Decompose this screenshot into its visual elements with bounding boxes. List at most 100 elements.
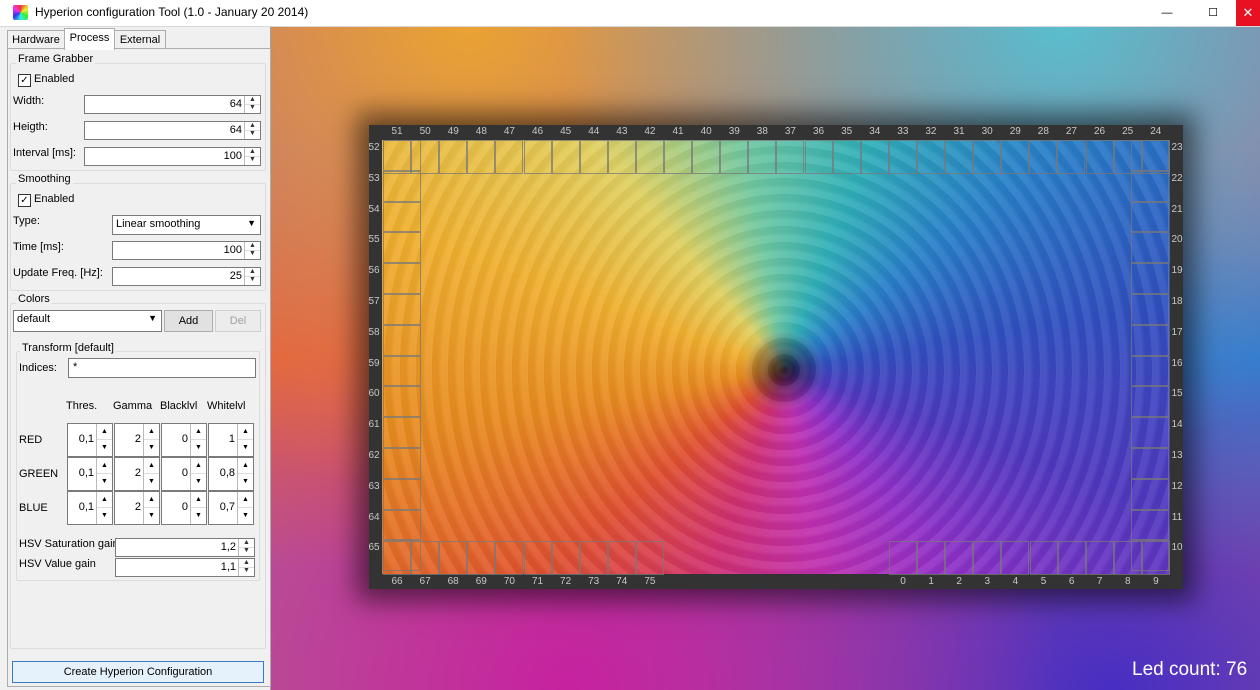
height-spinbox[interactable]: 64 ▲ ▼ <box>84 121 261 140</box>
led-number-0: 0 <box>900 576 906 587</box>
chevron-down-icon[interactable]: ▼ <box>97 508 112 523</box>
chevron-up-icon[interactable]: ▲ <box>191 424 206 440</box>
blue-thres-spinbox[interactable]: 0,1 ▲ ▼ <box>67 491 113 525</box>
led-cell-69 <box>467 541 496 575</box>
led-cell-28 <box>1029 140 1058 174</box>
chevron-down-icon[interactable]: ▼ <box>191 474 206 489</box>
frame-grabber-enabled-checkbox[interactable]: ✓ <box>18 74 31 87</box>
transform-title: Transform [default] <box>20 342 116 354</box>
smoothing-enabled-checkbox[interactable]: ✓ <box>18 194 31 207</box>
smoothing-type-select[interactable]: Linear smoothing ▼ <box>112 215 261 235</box>
led-cell-11 <box>1131 509 1169 541</box>
header-whitelvl: Whitelvl <box>207 400 246 412</box>
tab-process[interactable]: Process <box>64 28 115 50</box>
chevron-up-icon[interactable]: ▲ <box>238 492 253 508</box>
window-title: Hyperion configuration Tool (1.0 - Janua… <box>35 5 309 19</box>
led-cell-2 <box>945 541 974 575</box>
chevron-up-icon[interactable]: ▲ <box>191 492 206 508</box>
minimize-button[interactable]: — <box>1144 0 1190 26</box>
row-blue-label: BLUE <box>19 502 48 514</box>
led-number-17: 17 <box>1171 326 1183 338</box>
smoothing-time-value: 100 <box>223 244 242 256</box>
blue-whitelvl-spinbox[interactable]: 0,7 ▲ ▼ <box>208 491 254 525</box>
chevron-down-icon[interactable]: ▼ <box>144 474 159 489</box>
chevron-up-icon[interactable]: ▲ <box>144 492 159 508</box>
led-number-44: 44 <box>588 126 600 137</box>
led-number-46: 46 <box>531 126 544 137</box>
tab-external[interactable]: External <box>114 30 166 49</box>
green-blacklvl-spinbox[interactable]: 0 ▲ ▼ <box>161 457 207 491</box>
red-whitelvl-spinbox[interactable]: 1 ▲ ▼ <box>208 423 254 457</box>
update-freq-value: 25 <box>229 270 242 282</box>
chevron-down-icon[interactable]: ▼ <box>238 474 253 489</box>
chevron-down-icon[interactable]: ▼ <box>245 104 260 112</box>
chevron-down-icon[interactable]: ▼ <box>239 547 254 555</box>
led-number-3: 3 <box>984 576 991 587</box>
led-cell-66 <box>383 541 412 575</box>
red-blacklvl-spinbox[interactable]: 0 ▲ ▼ <box>161 423 207 457</box>
chevron-down-icon[interactable]: ▼ <box>238 440 253 455</box>
chevron-down-icon[interactable]: ▼ <box>191 508 206 523</box>
chevron-up-icon[interactable]: ▲ <box>238 458 253 474</box>
blue-blacklvl-spinbox[interactable]: 0 ▲ ▼ <box>161 491 207 525</box>
chevron-down-icon[interactable]: ▼ <box>245 250 260 258</box>
led-cell-8 <box>1113 541 1142 575</box>
header-thres: Thres. <box>66 400 98 412</box>
smoothing-time-spinbox[interactable]: 100 ▲ ▼ <box>112 241 261 260</box>
green-gamma-spinbox[interactable]: 2 ▲ ▼ <box>114 457 160 491</box>
maximize-button[interactable]: ☐ <box>1190 0 1236 26</box>
red-thres-spinbox[interactable]: 0,1 ▲ ▼ <box>67 423 113 457</box>
chevron-up-icon[interactable]: ▲ <box>97 424 112 440</box>
chevron-up-icon[interactable]: ▲ <box>144 458 159 474</box>
chevron-up-icon[interactable]: ▲ <box>191 458 206 474</box>
chevron-up-icon[interactable]: ▲ <box>144 424 159 440</box>
chevron-down-icon[interactable]: ▼ <box>245 156 260 164</box>
tab-hardware[interactable]: Hardware <box>7 30 65 49</box>
led-number-42: 42 <box>644 126 656 137</box>
red-gamma-spinbox[interactable]: 2 ▲ ▼ <box>114 423 160 457</box>
hsv-saturation-spinbox[interactable]: 1,2 ▲ ▼ <box>115 538 255 557</box>
hsv-value-spinbox[interactable]: 1,1 ▲ ▼ <box>115 558 255 577</box>
chevron-down-icon[interactable]: ▼ <box>97 440 112 455</box>
color-profile-select[interactable]: default ▼ <box>13 310 162 332</box>
led-cell-52 <box>383 140 421 171</box>
led-cell-22 <box>1131 170 1169 202</box>
chevron-down-icon[interactable]: ▼ <box>238 508 253 523</box>
add-button[interactable]: Add <box>164 310 213 332</box>
chevron-up-icon[interactable]: ▲ <box>238 424 253 440</box>
update-freq-label: Update Freq. [Hz]: <box>13 267 103 279</box>
green-thres-spinbox[interactable]: 0,1 ▲ ▼ <box>67 457 113 491</box>
led-number-68: 68 <box>447 576 459 587</box>
smoothing-enabled-label: Enabled <box>34 193 75 205</box>
led-cell-20 <box>1131 232 1169 264</box>
led-cell-40 <box>692 140 721 174</box>
chevron-down-icon[interactable]: ▼ <box>144 440 159 455</box>
del-button[interactable]: Del <box>215 310 261 332</box>
swirl-texture <box>382 140 1170 574</box>
green-whitelvl-value: 0,8 <box>219 467 235 479</box>
red-gamma-value: 2 <box>134 433 141 445</box>
chevron-down-icon: ▼ <box>247 218 256 228</box>
chevron-down-icon[interactable]: ▼ <box>97 474 112 489</box>
interval-spinbox[interactable]: 100 ▲ ▼ <box>84 147 261 166</box>
width-spinbox[interactable]: 64 ▲ ▼ <box>84 95 261 114</box>
close-button[interactable]: ✕ <box>1236 0 1260 26</box>
create-configuration-button[interactable]: Create Hyperion Configuration <box>12 661 264 683</box>
green-whitelvl-spinbox[interactable]: 0,8 ▲ ▼ <box>208 457 254 491</box>
chevron-down-icon[interactable]: ▼ <box>144 508 159 523</box>
blue-blacklvl-value: 0 <box>181 501 188 513</box>
update-freq-spinbox[interactable]: 25 ▲ ▼ <box>112 267 261 286</box>
hsv-value-value: 1,1 <box>220 561 236 573</box>
chevron-down-icon[interactable]: ▼ <box>245 130 260 138</box>
chevron-down-icon[interactable]: ▼ <box>239 567 254 575</box>
led-number-23: 23 <box>1171 142 1183 153</box>
chevron-down-icon[interactable]: ▼ <box>191 440 206 455</box>
led-cell-39 <box>720 140 749 174</box>
chevron-up-icon[interactable]: ▲ <box>97 458 112 474</box>
indices-input[interactable]: * <box>68 358 256 378</box>
blue-gamma-spinbox[interactable]: 2 ▲ ▼ <box>114 491 160 525</box>
chevron-up-icon[interactable]: ▲ <box>97 492 112 508</box>
led-number-73: 73 <box>588 576 600 587</box>
chevron-down-icon[interactable]: ▼ <box>245 276 260 284</box>
led-cell-74 <box>607 541 636 575</box>
